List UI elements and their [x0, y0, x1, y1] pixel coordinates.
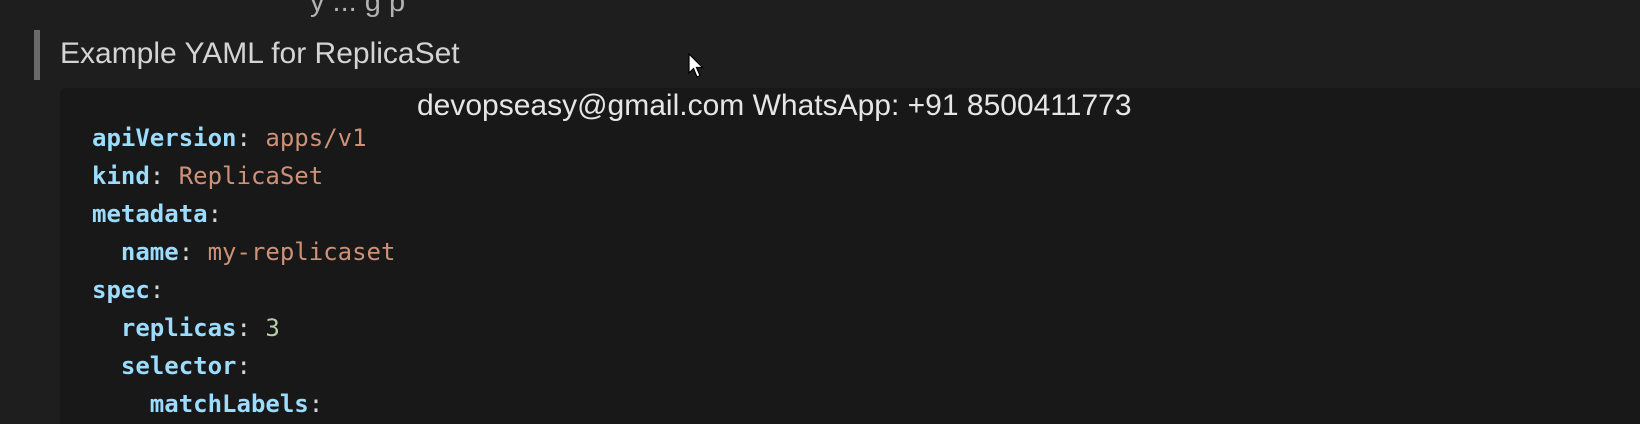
yaml-colon: : — [308, 390, 324, 418]
yaml-value: apps/v1 — [265, 124, 367, 152]
yaml-colon: : — [178, 238, 208, 266]
yaml-colon: : — [149, 162, 179, 190]
yaml-key: matchLabels — [149, 390, 309, 418]
yaml-colon: : — [236, 352, 251, 380]
yaml-key: selector — [120, 352, 237, 380]
yaml-key: metadata — [92, 200, 208, 228]
yaml-key: apiVersion — [92, 124, 237, 152]
partial-text-fragment: y ... g p — [310, 0, 406, 18]
blockquote-bar — [34, 30, 40, 80]
code-line: name: my-replicaset — [92, 233, 396, 271]
yaml-colon: : — [236, 314, 266, 342]
yaml-code: apiVersion: apps/v1 kind: ReplicaSet metad… — [92, 119, 395, 423]
yaml-value: 3 — [265, 314, 280, 342]
yaml-value: ReplicaSet — [178, 162, 324, 190]
yaml-key: name — [120, 238, 179, 266]
code-line: matchLabels: — [92, 385, 395, 423]
yaml-value: my-replicaset — [207, 238, 396, 266]
code-line: spec: — [92, 271, 395, 309]
yaml-key: kind — [92, 162, 150, 190]
section-heading: Example YAML for ReplicaSet — [60, 37, 460, 70]
watermark-contact: devopseasy@gmail.com WhatsApp: +91 85004… — [417, 89, 1132, 122]
yaml-colon: : — [236, 124, 266, 152]
yaml-key: spec — [92, 276, 150, 304]
yaml-key: replicas — [120, 314, 237, 342]
code-line: replicas: 3 — [92, 309, 395, 347]
code-line: metadata: — [92, 195, 395, 233]
mouse-pointer-icon — [688, 53, 704, 78]
yaml-colon: : — [149, 276, 165, 304]
yaml-colon: : — [207, 200, 223, 228]
code-line: selector: — [92, 347, 395, 385]
code-line: apiVersion: apps/v1 — [92, 119, 395, 157]
code-line: kind: ReplicaSet — [92, 157, 395, 195]
